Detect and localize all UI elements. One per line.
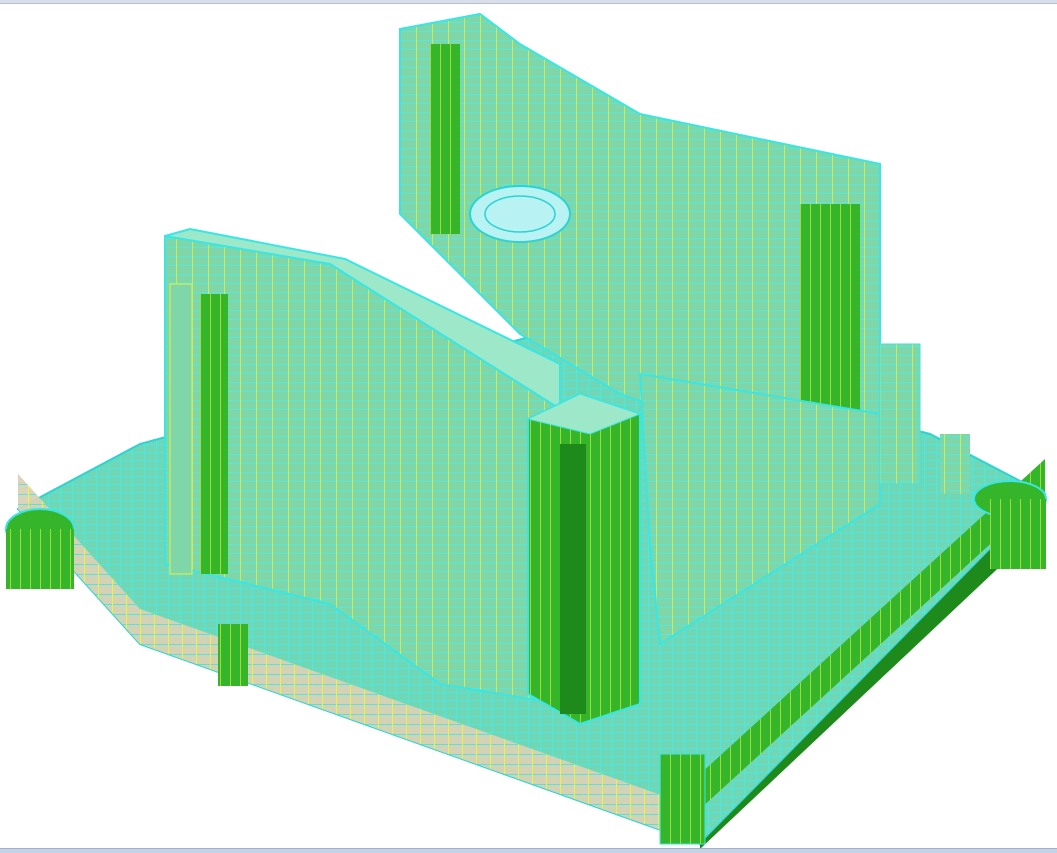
structural-model-render [5,12,1047,849]
window-bottom-border [0,848,1057,853]
model-viewport[interactable] [0,4,1057,849]
